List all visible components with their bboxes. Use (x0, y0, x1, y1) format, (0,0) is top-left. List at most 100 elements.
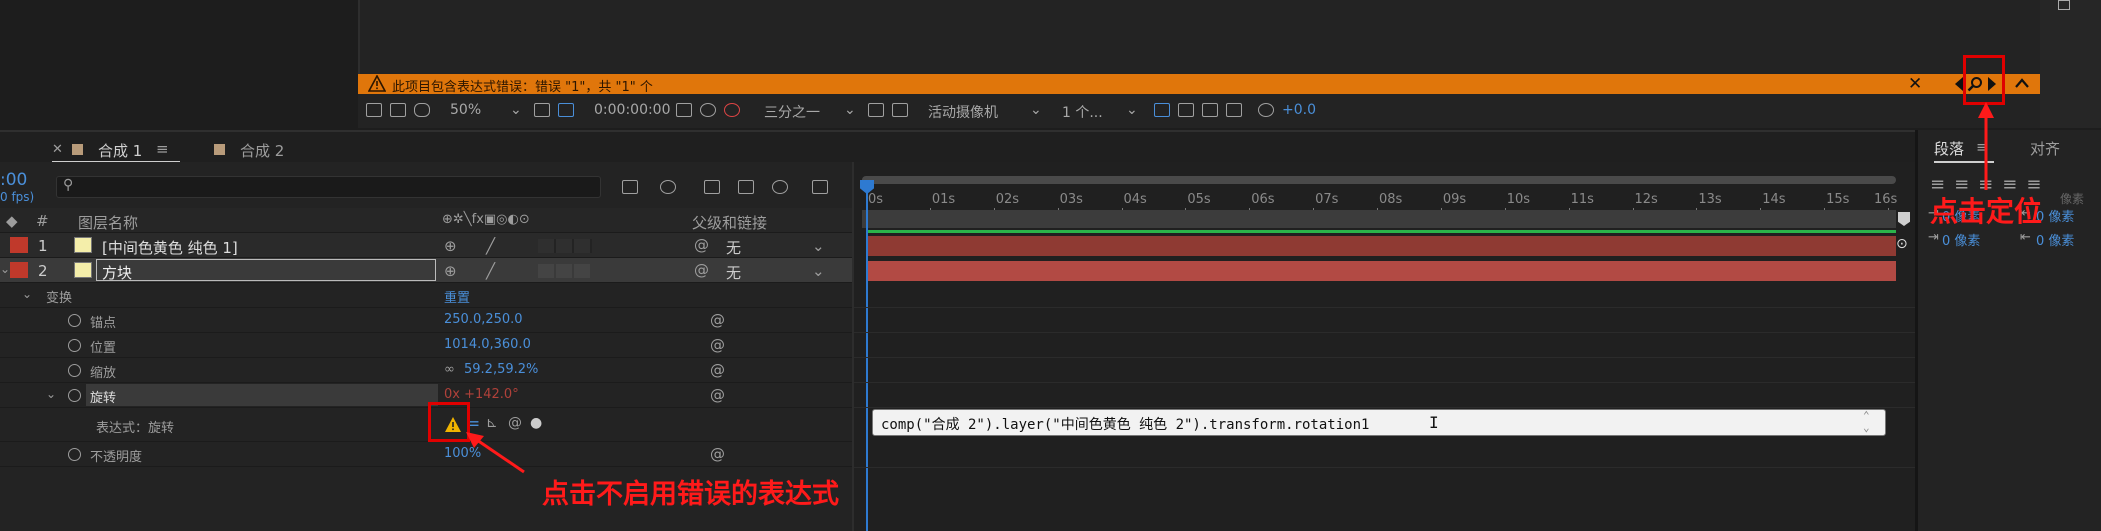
layer-bar-selected[interactable] (868, 261, 1896, 281)
layer-bar[interactable] (868, 236, 1896, 256)
layer-search-input[interactable]: ⚲ (56, 176, 601, 198)
current-time[interactable]: :00 (0, 170, 27, 190)
constrain-link-icon[interactable]: ∞ (444, 362, 455, 377)
frame-blend-icon[interactable] (738, 180, 754, 194)
pick-whip-icon[interactable]: @ (710, 311, 725, 329)
pick-whip-icon[interactable]: @ (694, 236, 709, 254)
comp-mini-flowchart-icon[interactable] (622, 180, 638, 194)
checkbox[interactable] (2058, 0, 2070, 10)
layer-label-color[interactable] (10, 262, 28, 278)
expression-text[interactable]: comp("合成 2").layer("中间色黄色 纯色 2").transfo… (881, 417, 1369, 433)
transparency-grid-icon[interactable] (892, 103, 908, 117)
layer-controls-icon[interactable] (1154, 103, 1170, 117)
flowchart-icon[interactable] (1226, 103, 1242, 117)
expression-graph-icon[interactable]: ⊾ (486, 415, 498, 431)
time-ruler[interactable]: 0s 01s 02s 03s 04s 05s 06s 07s 08s 09s 10s 11s 12s 13… (862, 172, 1897, 214)
pick-whip-icon[interactable]: @ (710, 445, 725, 463)
timecode[interactable]: 0:00:00:00 (594, 102, 671, 118)
property-row-rotation[interactable]: ⌄ 旋转 0x +142.0° @ (0, 383, 852, 408)
region-icon[interactable] (558, 103, 574, 117)
property-value[interactable]: 250.0,250.0 (444, 312, 523, 327)
indent-first-value[interactable]: 0 像素 (1942, 230, 1980, 249)
stopwatch-icon[interactable] (68, 339, 81, 352)
layer-name-column[interactable]: 图层名称 (78, 212, 138, 233)
pick-whip-icon[interactable]: @ (710, 336, 725, 354)
switch-boxes[interactable] (538, 239, 592, 253)
layer-label-color[interactable] (10, 237, 28, 253)
zoom-dropdown-icon[interactable]: ⌄ (510, 102, 522, 118)
property-value[interactable]: 1014.0,360.0 (444, 337, 531, 352)
layer-name[interactable]: [中间色黄色 纯色 1] (102, 237, 238, 258)
parent-select[interactable]: 无 (726, 237, 741, 258)
monitor-icon[interactable] (390, 103, 406, 117)
tab-comp1[interactable]: 合成 1 (98, 140, 142, 161)
stopwatch-icon[interactable] (68, 448, 81, 461)
views-select[interactable]: 1 个... (1062, 102, 1103, 122)
exposure-icon[interactable] (1258, 103, 1274, 117)
camera-icon[interactable] (676, 103, 692, 117)
3d-renderer-icon[interactable] (1178, 103, 1194, 117)
layer-row[interactable]: 1 [中间色黄色 纯色 1] ⊕ ╱ @ 无 ⌄ (0, 233, 852, 258)
property-value[interactable]: 59.2,59.2% (464, 362, 538, 377)
vr-icon[interactable] (414, 103, 430, 117)
shy-switch-icon[interactable]: ⊕ (444, 237, 457, 255)
tab-comp2[interactable]: 合成 2 (240, 140, 284, 161)
stopwatch-icon[interactable] (68, 314, 81, 327)
fit-icon[interactable] (534, 103, 550, 117)
parent-dropdown-icon[interactable]: ⌄ (812, 237, 825, 255)
resolution-dropdown-icon[interactable]: ⌄ (844, 102, 856, 118)
resolution-select[interactable]: 三分之一 (764, 102, 820, 122)
stopwatch-icon[interactable] (68, 364, 81, 377)
transform-group-row[interactable]: ⌄ 变换 重置 (0, 283, 852, 308)
property-row[interactable]: 锚点 250.0,250.0 @ (0, 308, 852, 333)
snapshot-icon[interactable] (366, 103, 382, 117)
color-icon[interactable] (724, 103, 740, 117)
expand-arrow-icon[interactable]: ⌄ (46, 387, 56, 401)
tab-paragraph[interactable]: 段落 (1934, 138, 1964, 159)
property-row[interactable]: 不透明度 100% @ (0, 442, 852, 467)
space-after-icon[interactable]: ⇤ (2020, 230, 2031, 245)
property-row[interactable]: 缩放 ∞ 59.2,59.2% @ (0, 358, 852, 383)
views-dropdown-icon[interactable]: ⌄ (1126, 102, 1138, 118)
indent-first-icon[interactable]: ⇥ (1928, 230, 1939, 245)
camera-dropdown-icon[interactable]: ⌄ (1030, 102, 1042, 118)
switch-boxes[interactable] (538, 264, 592, 278)
expression-editor[interactable]: comp("合成 2").layer("中间色黄色 纯色 2").transfo… (872, 409, 1886, 436)
draft-3d-icon[interactable] (660, 180, 676, 194)
property-row[interactable]: 位置 1014.0,360.0 @ (0, 333, 852, 358)
layer-row[interactable]: ⌄ 2 方块 ⊕ ╱ @ 无 ⌄ (0, 258, 852, 283)
time-ruler-track[interactable] (862, 210, 1896, 228)
timeline-menu-icon[interactable]: ⊙ (1896, 236, 1908, 252)
tab-menu-icon[interactable]: ≡ (156, 140, 169, 158)
pick-whip-icon[interactable]: @ (694, 261, 709, 279)
shy-icon[interactable] (704, 180, 720, 194)
motion-blur-icon[interactable] (772, 180, 788, 194)
camera-select[interactable]: 活动摄像机 (928, 102, 998, 122)
roi-icon[interactable] (868, 103, 884, 117)
parent-select[interactable]: 无 (726, 262, 741, 283)
quality-switch-icon[interactable]: ╱ (486, 262, 495, 280)
expand-arrow-icon[interactable]: ⌄ (22, 287, 32, 301)
collapse-icon[interactable] (2014, 76, 2030, 92)
pick-whip-icon[interactable]: @ (710, 361, 725, 379)
close-warning-button[interactable]: ✕ (1908, 74, 1922, 94)
parent-dropdown-icon[interactable]: ⌄ (812, 262, 825, 280)
tab-align[interactable]: 对齐 (2030, 138, 2060, 159)
zoom-select[interactable]: 50% (450, 102, 481, 118)
expression-language-menu-icon[interactable]: ● (530, 415, 542, 431)
channel-icon[interactable] (700, 103, 716, 117)
exposure-value[interactable]: +0.0 (1282, 102, 1316, 118)
close-tab-icon[interactable]: ✕ (52, 142, 63, 157)
timeline-icon[interactable] (1202, 103, 1218, 117)
expand-arrow-icon[interactable]: ⌄ (0, 262, 10, 276)
quality-switch-icon[interactable]: ╱ (486, 237, 495, 255)
graph-editor-icon[interactable] (812, 180, 828, 194)
composition-viewer[interactable] (358, 0, 2041, 74)
layer-name-field[interactable] (96, 259, 436, 281)
timeline-panel[interactable]: 0s 01s 02s 03s 04s 05s 06s 07s 08s 09s 10s 11s 12s 13… (852, 162, 1915, 531)
shy-switch-icon[interactable]: ⊕ (444, 262, 457, 280)
reset-link[interactable]: 重置 (444, 287, 470, 306)
expression-row[interactable]: 表达式：旋转 = ⊾ @ ● (0, 408, 852, 442)
stopwatch-icon[interactable] (68, 389, 81, 402)
space-after-value[interactable]: 0 像素 (2036, 230, 2074, 249)
